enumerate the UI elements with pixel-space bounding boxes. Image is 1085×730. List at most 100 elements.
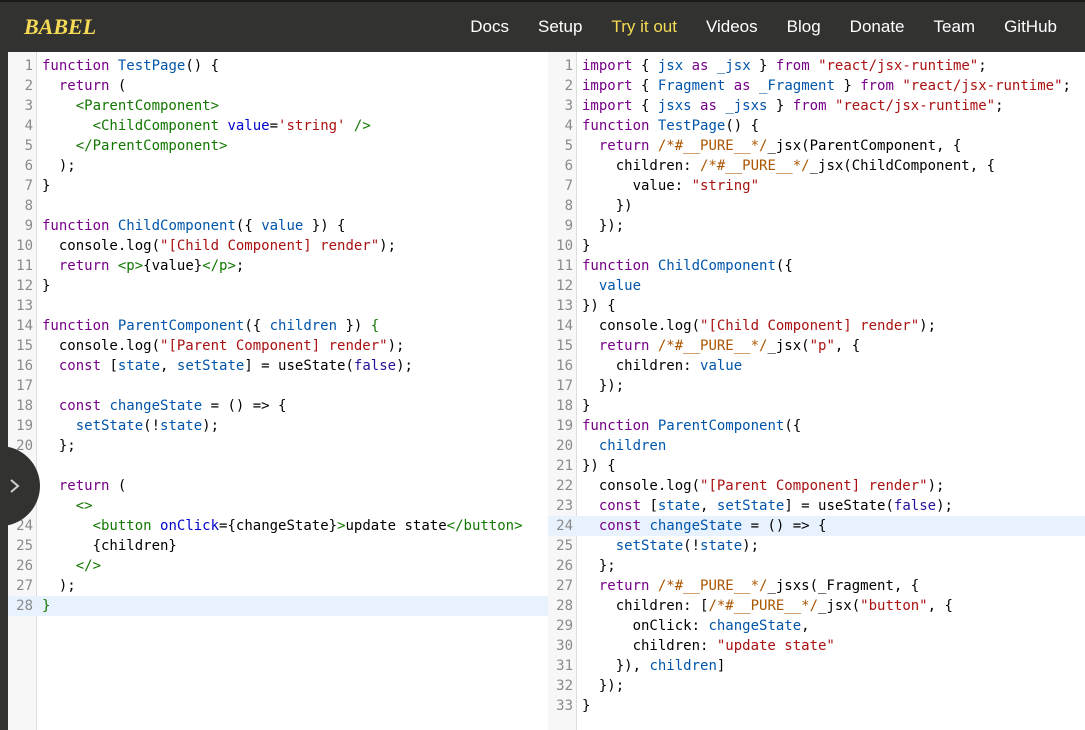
code-token: { bbox=[632, 58, 658, 74]
code-line[interactable]: 17 bbox=[8, 376, 548, 396]
code-line[interactable]: 17 }); bbox=[548, 376, 1085, 396]
code-line[interactable]: 27 return /*#__PURE__*/_jsxs(_Fragment, … bbox=[548, 576, 1085, 596]
code-line[interactable]: 5 </ParentComponent> bbox=[8, 136, 548, 156]
code-line[interactable]: 25 {children} bbox=[8, 536, 548, 556]
code-line[interactable]: 23 <> bbox=[8, 496, 548, 516]
output-code-editor[interactable]: 1 import { jsx as _jsx } from "react/jsx-… bbox=[548, 52, 1085, 730]
code-line[interactable]: 14 console.log("[Child Component] render… bbox=[548, 316, 1085, 336]
code-line[interactable]: 29 onClick: changeState, bbox=[548, 616, 1085, 636]
line-number: 11 bbox=[556, 258, 573, 274]
code-token: ({ bbox=[775, 258, 793, 274]
code-line[interactable]: 14 function ParentComponent({ children })… bbox=[8, 316, 548, 336]
code-line[interactable]: 3 <ParentComponent> bbox=[8, 96, 548, 116]
code-line[interactable]: 30 children: "update state" bbox=[548, 636, 1085, 656]
nav-link-setup[interactable]: Setup bbox=[538, 17, 582, 37]
code-line[interactable]: 2 import { Fragment as _Fragment } from "… bbox=[548, 76, 1085, 96]
code-line[interactable]: 1 function TestPage() { bbox=[8, 56, 548, 76]
code-token: }); bbox=[582, 678, 625, 694]
code-line[interactable]: 22 return ( bbox=[8, 476, 548, 496]
code-line[interactable]: 5 return /*#__PURE__*/_jsx(ParentCompone… bbox=[548, 136, 1085, 156]
nav-link-team[interactable]: Team bbox=[934, 17, 976, 37]
code-line[interactable]: 26 </> bbox=[8, 556, 548, 576]
code-token: return bbox=[58, 258, 110, 274]
nav-link-videos[interactable]: Videos bbox=[706, 17, 758, 37]
code-line[interactable]: 6 children: /*#__PURE__*/_jsx(ChildCompo… bbox=[548, 156, 1085, 176]
code-line[interactable]: 28 children: [/*#__PURE__*/_jsx("button"… bbox=[548, 596, 1085, 616]
code-line[interactable]: 1 import { jsx as _jsx } from "react/jsx-… bbox=[548, 56, 1085, 76]
code-line[interactable]: 15 return /*#__PURE__*/_jsx("p", { bbox=[548, 336, 1085, 356]
code-line[interactable]: 33} bbox=[548, 696, 1085, 716]
babel-logo[interactable]: BABEL bbox=[24, 14, 96, 40]
code-line[interactable]: 12 value bbox=[548, 276, 1085, 296]
code-line[interactable]: 16 const [state, setState] = useState(fa… bbox=[8, 356, 548, 376]
code-line[interactable]: 24 <button onClick={changeState}>update … bbox=[8, 516, 548, 536]
code-token: const bbox=[58, 398, 102, 414]
line-number: 4 bbox=[24, 118, 33, 134]
code-text: import { jsxs as _jsxs } from "react/jsx… bbox=[582, 96, 1004, 116]
code-line[interactable]: 25 setState(!state); bbox=[548, 536, 1085, 556]
code-line[interactable]: 7} bbox=[8, 176, 548, 196]
code-line[interactable]: 12} bbox=[8, 276, 548, 296]
code-line[interactable]: 9 function ChildComponent({ value }) { bbox=[8, 216, 548, 236]
code-line[interactable]: 2 return ( bbox=[8, 76, 548, 96]
code-line[interactable]: 21}) { bbox=[548, 456, 1085, 476]
code-line[interactable]: 18} bbox=[548, 396, 1085, 416]
code-line[interactable]: 16 children: value bbox=[548, 356, 1085, 376]
code-line[interactable]: 26 }; bbox=[548, 556, 1085, 576]
code-line[interactable]: 28} bbox=[8, 596, 548, 616]
code-text: console.log("[Child Component] render"); bbox=[582, 316, 936, 336]
input-code-editor[interactable]: 1 function TestPage() {2 return (3 <Paren… bbox=[8, 52, 548, 730]
code-line[interactable]: 8 }) bbox=[548, 196, 1085, 216]
code-line[interactable]: 3 import { jsxs as _jsxs } from "react/js… bbox=[548, 96, 1085, 116]
nav-link-docs[interactable]: Docs bbox=[470, 17, 509, 37]
nav-link-try-it-out[interactable]: Try it out bbox=[611, 17, 677, 37]
code-text: }) { bbox=[582, 456, 616, 476]
nav-link-blog[interactable]: Blog bbox=[787, 17, 821, 37]
line-number: 27 bbox=[16, 578, 33, 594]
code-line[interactable]: 10} bbox=[548, 236, 1085, 256]
code-line[interactable]: 15 console.log("[Parent Component] rende… bbox=[8, 336, 548, 356]
code-line[interactable]: 9 }); bbox=[548, 216, 1085, 236]
code-line[interactable]: 13 bbox=[8, 296, 548, 316]
code-token: state bbox=[657, 498, 701, 514]
code-line[interactable]: 4 function TestPage() { bbox=[548, 116, 1085, 136]
code-line[interactable]: 6 ); bbox=[8, 156, 548, 176]
line-number: 3 bbox=[24, 98, 33, 114]
code-line[interactable]: 31 }), children] bbox=[548, 656, 1085, 676]
code-token: 'string' bbox=[278, 118, 346, 134]
code-line[interactable]: 20 }; bbox=[8, 436, 548, 456]
code-text: onClick: changeState, bbox=[582, 616, 810, 636]
code-line[interactable]: 11 return <p>{value}</p>; bbox=[8, 256, 548, 276]
code-token: (! bbox=[143, 418, 161, 434]
code-line[interactable]: 32 }); bbox=[548, 676, 1085, 696]
code-line[interactable]: 18 const changeState = () => { bbox=[8, 396, 548, 416]
code-line[interactable]: 13}) { bbox=[548, 296, 1085, 316]
line-number: 12 bbox=[16, 278, 33, 294]
code-token: /*#__PURE__*/ bbox=[700, 158, 810, 174]
code-line[interactable]: 4 <ChildComponent value='string' /> bbox=[8, 116, 548, 136]
code-line[interactable]: 11 function ChildComponent({ bbox=[548, 256, 1085, 276]
code-token: } bbox=[582, 698, 591, 714]
code-line[interactable]: 22 console.log("[Parent Component] rende… bbox=[548, 476, 1085, 496]
line-number: 2 bbox=[24, 78, 33, 94]
code-text: }) bbox=[582, 196, 633, 216]
code-line[interactable]: 19 function ParentComponent({ bbox=[548, 416, 1085, 436]
nav-link-donate[interactable]: Donate bbox=[850, 17, 905, 37]
code-line[interactable]: 21 bbox=[8, 456, 548, 476]
code-token: const bbox=[58, 358, 102, 374]
code-token: <p> bbox=[117, 258, 144, 274]
code-line[interactable]: 8 bbox=[8, 196, 548, 216]
line-number: 12 bbox=[556, 278, 573, 294]
code-line[interactable]: 19 setState(!state); bbox=[8, 416, 548, 436]
nav-link-github[interactable]: GitHub bbox=[1004, 17, 1057, 37]
code-line[interactable]: 20 children bbox=[548, 436, 1085, 456]
code-line[interactable]: 24 const changeState = () => { bbox=[548, 516, 1085, 536]
code-line[interactable]: 27 ); bbox=[8, 576, 548, 596]
code-token: "string" bbox=[691, 178, 760, 194]
code-line[interactable]: 10 console.log("[Child Component] render… bbox=[8, 236, 548, 256]
code-token: const bbox=[598, 498, 642, 514]
code-line[interactable]: 7 value: "string" bbox=[548, 176, 1085, 196]
code-line[interactable]: 23 const [state, setState] = useState(fa… bbox=[548, 496, 1085, 516]
